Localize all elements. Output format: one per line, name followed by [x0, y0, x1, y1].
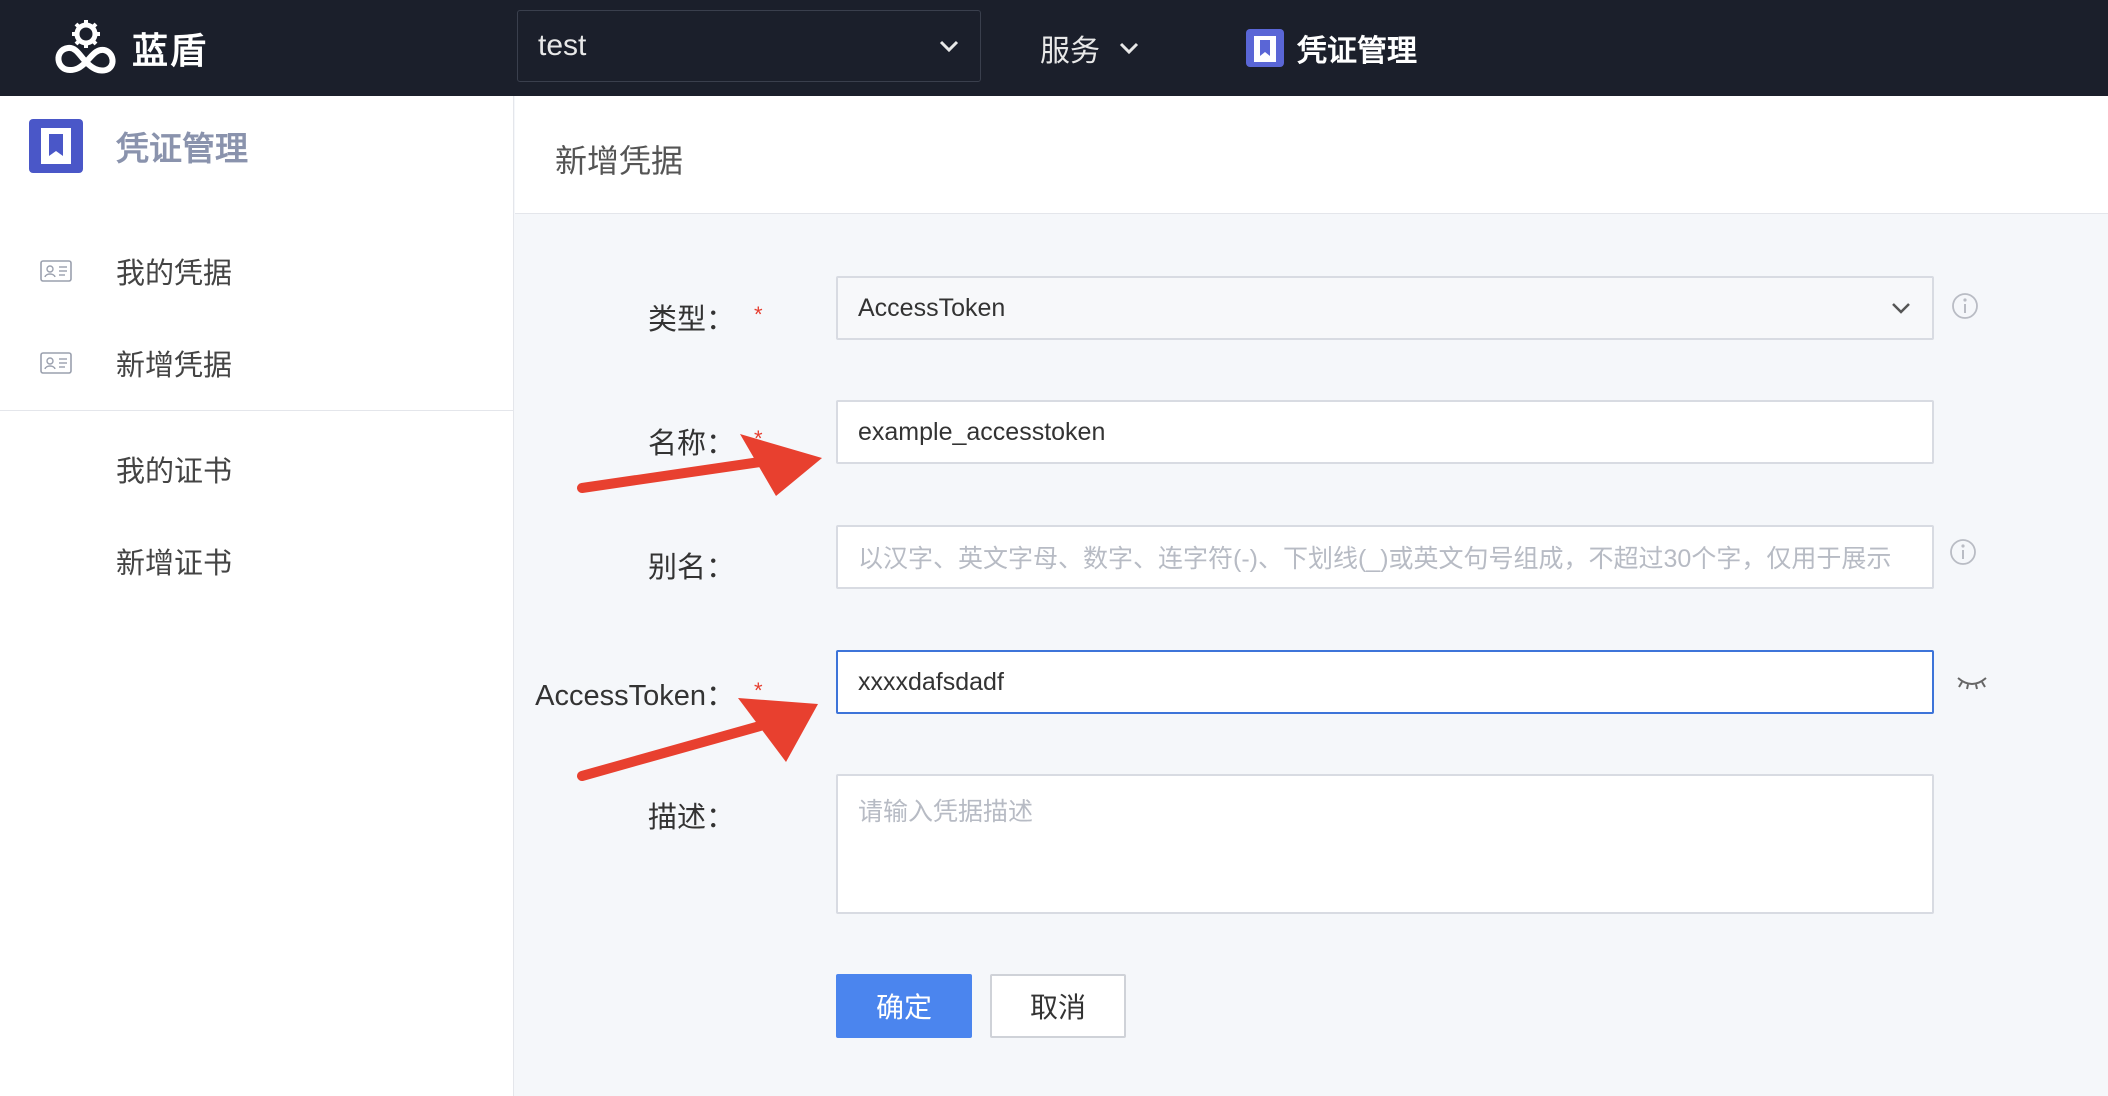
type-select-value: AccessToken: [858, 293, 1006, 322]
page-header: 新增凭据: [515, 96, 2108, 214]
name-input-value: example_accesstoken: [858, 417, 1106, 446]
top-navbar: 蓝盾 test 服务 凭证管理: [0, 0, 2108, 96]
credential-book-icon: [1246, 29, 1284, 67]
type-label: 类型：: [647, 304, 735, 336]
sidebar-item-my-credentials[interactable]: 我的凭据: [0, 236, 513, 306]
sidebar-header: 凭证管理: [28, 118, 248, 174]
info-icon[interactable]: [1948, 537, 1978, 567]
project-select[interactable]: test: [517, 10, 981, 82]
description-textarea[interactable]: 请输入凭据描述: [836, 774, 1934, 914]
alias-input[interactable]: 以汉字、英文字母、数字、连字符(-)、下划线(_)或英文句号组成，不超过30个字…: [836, 525, 1934, 589]
chevron-down-icon: [939, 40, 959, 53]
project-select-value: test: [538, 29, 587, 62]
brand-logo[interactable]: 蓝盾: [50, 14, 208, 82]
type-select[interactable]: AccessToken: [836, 276, 1934, 340]
nav-credential-management[interactable]: 凭证管理: [1245, 24, 1417, 72]
chevron-down-icon: [1892, 303, 1910, 314]
description-label: 描述：: [647, 802, 735, 834]
sidebar-title: 凭证管理: [116, 130, 248, 167]
confirm-button[interactable]: 确定: [836, 974, 972, 1038]
nav-services-label: 服务: [1040, 35, 1100, 68]
page-title: 新增凭据: [555, 143, 684, 179]
cancel-button[interactable]: 取消: [990, 974, 1126, 1038]
access-token-input[interactable]: xxxxdafsdadf: [836, 650, 1934, 714]
eye-closed-icon[interactable]: [1956, 672, 1988, 692]
id-card-icon: [40, 352, 72, 374]
name-input[interactable]: example_accesstoken: [836, 400, 1934, 464]
id-card-icon: [40, 260, 72, 282]
access-token-input-value: xxxxdafsdadf: [858, 667, 1004, 696]
nav-services-menu[interactable]: 服务: [1040, 24, 1140, 72]
sidebar-item-label: 新增证书: [116, 548, 233, 580]
description-placeholder: 请输入凭据描述: [858, 798, 1034, 826]
credential-book-icon: [29, 119, 83, 173]
chevron-down-icon: [1119, 42, 1139, 55]
alias-input-placeholder: 以汉字、英文字母、数字、连字符(-)、下划线(_)或英文句号组成，不超过30个字…: [858, 545, 1892, 573]
info-icon[interactable]: [1950, 291, 1980, 321]
sidebar-item-new-credential[interactable]: 新增凭据: [0, 328, 513, 398]
annotation-arrow: [577, 434, 822, 496]
sidebar-item-my-certificates[interactable]: 我的证书: [0, 434, 513, 504]
cloud-gear-icon: [55, 20, 116, 74]
required-mark: *: [754, 302, 763, 327]
nav-credential-label: 凭证管理: [1297, 35, 1417, 68]
sidebar-item-new-certificate[interactable]: 新增证书: [0, 526, 513, 596]
sidebar-item-label: 我的凭据: [116, 258, 233, 290]
sidebar: 凭证管理 我的凭据 新增凭据 我的证书 新增证书: [0, 96, 514, 1096]
brand-name: 蓝盾: [132, 30, 209, 71]
sidebar-item-label: 新增凭据: [116, 350, 233, 382]
annotation-arrow: [577, 698, 818, 781]
alias-label: 别名：: [647, 552, 735, 584]
sidebar-divider: [0, 410, 513, 411]
sidebar-item-label: 我的证书: [116, 456, 233, 488]
